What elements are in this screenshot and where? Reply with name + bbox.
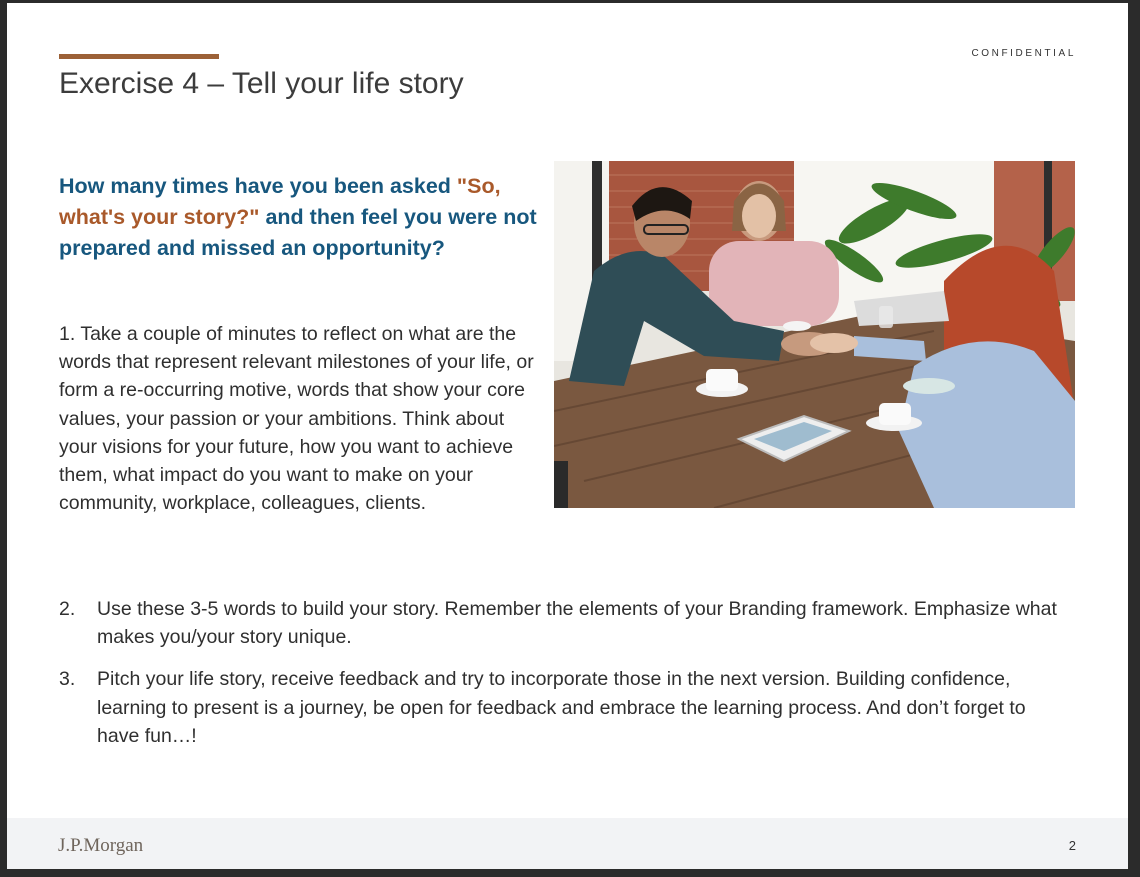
step-1-text: 1. Take a couple of minutes to reflect o… bbox=[59, 323, 534, 515]
footer: J.P.Morgan 2 bbox=[7, 818, 1128, 869]
step-number: 2. bbox=[59, 598, 76, 620]
intro-question: How many times have you been asked "So, … bbox=[59, 171, 551, 264]
meeting-photo bbox=[554, 161, 1075, 508]
steps-list: 2. Use these 3-5 words to build your stor… bbox=[59, 595, 1069, 764]
confidential-label: CONFIDENTIAL bbox=[971, 48, 1076, 59]
step-text: Pitch your life story, receive feedback … bbox=[97, 668, 1026, 747]
jpmorgan-logo: J.P.Morgan bbox=[58, 835, 144, 856]
slide-title: Exercise 4 – Tell your life story bbox=[59, 67, 464, 100]
step-text: Use these 3-5 words to build your story.… bbox=[97, 598, 1057, 649]
slide: CONFIDENTIAL Exercise 4 – Tell your life… bbox=[7, 3, 1128, 869]
list-item: 3. Pitch your life story, receive feedbac… bbox=[59, 665, 1069, 750]
list-item: 2. Use these 3-5 words to build your stor… bbox=[59, 595, 1069, 651]
question-part-1: How many times have you been asked bbox=[59, 174, 457, 198]
title-accent-bar bbox=[59, 54, 219, 59]
step-number: 3. bbox=[59, 668, 76, 691]
page-number: 2 bbox=[1068, 838, 1076, 853]
